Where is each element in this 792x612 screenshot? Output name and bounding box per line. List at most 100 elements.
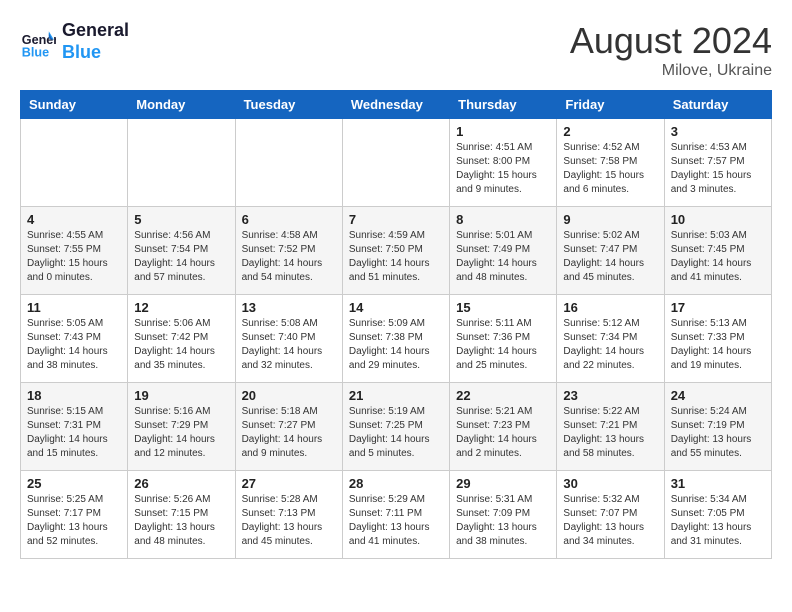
calendar-cell: 6 Sunrise: 4:58 AM Sunset: 7:52 PM Daylig… bbox=[235, 207, 342, 295]
day-info: Sunrise: 5:28 AM Sunset: 7:13 PM Dayligh… bbox=[242, 493, 336, 549]
day-number: 22 bbox=[456, 388, 550, 403]
day-number: 20 bbox=[242, 388, 336, 403]
calendar-week-row: 4 Sunrise: 4:55 AM Sunset: 7:55 PM Daylig… bbox=[21, 207, 772, 295]
calendar-cell: 9 Sunrise: 5:02 AM Sunset: 7:47 PM Daylig… bbox=[557, 207, 664, 295]
day-info: Sunrise: 4:52 AM Sunset: 7:58 PM Dayligh… bbox=[563, 141, 657, 197]
day-info: Sunrise: 5:32 AM Sunset: 7:07 PM Dayligh… bbox=[563, 493, 657, 549]
weekday-header-cell: Saturday bbox=[664, 91, 771, 119]
day-number: 10 bbox=[671, 212, 765, 227]
day-number: 23 bbox=[563, 388, 657, 403]
day-info: Sunrise: 4:51 AM Sunset: 8:00 PM Dayligh… bbox=[456, 141, 550, 197]
day-info: Sunrise: 5:03 AM Sunset: 7:45 PM Dayligh… bbox=[671, 229, 765, 285]
day-number: 13 bbox=[242, 300, 336, 315]
day-info: Sunrise: 5:15 AM Sunset: 7:31 PM Dayligh… bbox=[27, 405, 121, 461]
day-number: 16 bbox=[563, 300, 657, 315]
calendar-cell: 31Sunrise: 5:34 AM Sunset: 7:05 PM Dayli… bbox=[664, 471, 771, 559]
day-number: 12 bbox=[134, 300, 228, 315]
day-number: 27 bbox=[242, 476, 336, 491]
calendar-cell bbox=[235, 119, 342, 207]
calendar-week-row: 1Sunrise: 4:51 AM Sunset: 8:00 PM Daylig… bbox=[21, 119, 772, 207]
weekday-header-cell: Monday bbox=[128, 91, 235, 119]
day-number: 3 bbox=[671, 124, 765, 139]
day-info: Sunrise: 4:58 AM Sunset: 7:52 PM Dayligh… bbox=[242, 229, 336, 285]
day-info: Sunrise: 5:31 AM Sunset: 7:09 PM Dayligh… bbox=[456, 493, 550, 549]
day-info: Sunrise: 5:34 AM Sunset: 7:05 PM Dayligh… bbox=[671, 493, 765, 549]
day-info: Sunrise: 5:02 AM Sunset: 7:47 PM Dayligh… bbox=[563, 229, 657, 285]
day-number: 2 bbox=[563, 124, 657, 139]
weekday-header-cell: Friday bbox=[557, 91, 664, 119]
day-info: Sunrise: 5:09 AM Sunset: 7:38 PM Dayligh… bbox=[349, 317, 443, 373]
calendar-cell: 18 Sunrise: 5:15 AM Sunset: 7:31 PM Dayli… bbox=[21, 383, 128, 471]
calendar-cell: 26 Sunrise: 5:26 AM Sunset: 7:15 PM Dayli… bbox=[128, 471, 235, 559]
calendar-cell: 29 Sunrise: 5:31 AM Sunset: 7:09 PM Dayli… bbox=[450, 471, 557, 559]
calendar-cell: 19Sunrise: 5:16 AM Sunset: 7:29 PM Dayli… bbox=[128, 383, 235, 471]
day-info: Sunrise: 5:08 AM Sunset: 7:40 PM Dayligh… bbox=[242, 317, 336, 373]
day-info: Sunrise: 5:11 AM Sunset: 7:36 PM Dayligh… bbox=[456, 317, 550, 373]
day-info: Sunrise: 5:05 AM Sunset: 7:43 PM Dayligh… bbox=[27, 317, 121, 373]
svg-text:Blue: Blue bbox=[22, 45, 49, 59]
calendar-cell: 16 Sunrise: 5:12 AM Sunset: 7:34 PM Dayli… bbox=[557, 295, 664, 383]
day-number: 24 bbox=[671, 388, 765, 403]
day-info: Sunrise: 4:55 AM Sunset: 7:55 PM Dayligh… bbox=[27, 229, 121, 285]
day-number: 30 bbox=[563, 476, 657, 491]
day-info: Sunrise: 4:53 AM Sunset: 7:57 PM Dayligh… bbox=[671, 141, 765, 197]
calendar-cell bbox=[342, 119, 449, 207]
day-info: Sunrise: 5:01 AM Sunset: 7:49 PM Dayligh… bbox=[456, 229, 550, 285]
calendar-cell: 28Sunrise: 5:29 AM Sunset: 7:11 PM Dayli… bbox=[342, 471, 449, 559]
day-number: 8 bbox=[456, 212, 550, 227]
calendar-cell: 12 Sunrise: 5:06 AM Sunset: 7:42 PM Dayli… bbox=[128, 295, 235, 383]
day-info: Sunrise: 5:06 AM Sunset: 7:42 PM Dayligh… bbox=[134, 317, 228, 373]
calendar-cell: 25 Sunrise: 5:25 AM Sunset: 7:17 PM Dayli… bbox=[21, 471, 128, 559]
day-number: 19 bbox=[134, 388, 228, 403]
calendar-cell: 14 Sunrise: 5:09 AM Sunset: 7:38 PM Dayli… bbox=[342, 295, 449, 383]
calendar-cell: 23 Sunrise: 5:22 AM Sunset: 7:21 PM Dayli… bbox=[557, 383, 664, 471]
day-number: 6 bbox=[242, 212, 336, 227]
calendar-cell bbox=[21, 119, 128, 207]
day-info: Sunrise: 4:56 AM Sunset: 7:54 PM Dayligh… bbox=[134, 229, 228, 285]
page-header: General Blue General Blue August 2024 Mi… bbox=[20, 20, 772, 80]
title-block: August 2024 Milove, Ukraine bbox=[570, 20, 772, 80]
day-number: 28 bbox=[349, 476, 443, 491]
calendar-cell: 30 Sunrise: 5:32 AM Sunset: 7:07 PM Dayli… bbox=[557, 471, 664, 559]
calendar-cell: 10 Sunrise: 5:03 AM Sunset: 7:45 PM Dayli… bbox=[664, 207, 771, 295]
logo-line1: General bbox=[62, 20, 129, 42]
weekday-header-row: SundayMondayTuesdayWednesdayThursdayFrid… bbox=[21, 91, 772, 119]
day-number: 4 bbox=[27, 212, 121, 227]
day-number: 26 bbox=[134, 476, 228, 491]
day-number: 9 bbox=[563, 212, 657, 227]
day-number: 21 bbox=[349, 388, 443, 403]
calendar-cell: 22 Sunrise: 5:21 AM Sunset: 7:23 PM Dayli… bbox=[450, 383, 557, 471]
day-number: 7 bbox=[349, 212, 443, 227]
logo-icon: General Blue bbox=[20, 24, 56, 60]
day-info: Sunrise: 5:19 AM Sunset: 7:25 PM Dayligh… bbox=[349, 405, 443, 461]
calendar-cell: 7 Sunrise: 4:59 AM Sunset: 7:50 PM Daylig… bbox=[342, 207, 449, 295]
day-info: Sunrise: 5:25 AM Sunset: 7:17 PM Dayligh… bbox=[27, 493, 121, 549]
day-number: 18 bbox=[27, 388, 121, 403]
calendar-week-row: 11Sunrise: 5:05 AM Sunset: 7:43 PM Dayli… bbox=[21, 295, 772, 383]
day-info: Sunrise: 5:21 AM Sunset: 7:23 PM Dayligh… bbox=[456, 405, 550, 461]
calendar-cell: 8 Sunrise: 5:01 AM Sunset: 7:49 PM Daylig… bbox=[450, 207, 557, 295]
calendar-cell: 15 Sunrise: 5:11 AM Sunset: 7:36 PM Dayli… bbox=[450, 295, 557, 383]
calendar-cell bbox=[128, 119, 235, 207]
day-info: Sunrise: 5:26 AM Sunset: 7:15 PM Dayligh… bbox=[134, 493, 228, 549]
calendar-body: 1Sunrise: 4:51 AM Sunset: 8:00 PM Daylig… bbox=[21, 119, 772, 559]
calendar-cell: 17Sunrise: 5:13 AM Sunset: 7:33 PM Dayli… bbox=[664, 295, 771, 383]
weekday-header-cell: Tuesday bbox=[235, 91, 342, 119]
day-info: Sunrise: 5:12 AM Sunset: 7:34 PM Dayligh… bbox=[563, 317, 657, 373]
calendar-cell: 27 Sunrise: 5:28 AM Sunset: 7:13 PM Dayli… bbox=[235, 471, 342, 559]
day-info: Sunrise: 4:59 AM Sunset: 7:50 PM Dayligh… bbox=[349, 229, 443, 285]
calendar-cell: 20Sunrise: 5:18 AM Sunset: 7:27 PM Dayli… bbox=[235, 383, 342, 471]
calendar-cell: 21 Sunrise: 5:19 AM Sunset: 7:25 PM Dayli… bbox=[342, 383, 449, 471]
calendar-table: SundayMondayTuesdayWednesdayThursdayFrid… bbox=[20, 90, 772, 559]
calendar-week-row: 25 Sunrise: 5:25 AM Sunset: 7:17 PM Dayli… bbox=[21, 471, 772, 559]
calendar-week-row: 18 Sunrise: 5:15 AM Sunset: 7:31 PM Dayli… bbox=[21, 383, 772, 471]
day-number: 25 bbox=[27, 476, 121, 491]
day-info: Sunrise: 5:24 AM Sunset: 7:19 PM Dayligh… bbox=[671, 405, 765, 461]
calendar-cell: 3 Sunrise: 4:53 AM Sunset: 7:57 PM Daylig… bbox=[664, 119, 771, 207]
day-number: 14 bbox=[349, 300, 443, 315]
day-number: 15 bbox=[456, 300, 550, 315]
day-number: 29 bbox=[456, 476, 550, 491]
calendar-cell: 13 Sunrise: 5:08 AM Sunset: 7:40 PM Dayli… bbox=[235, 295, 342, 383]
calendar-cell: 1Sunrise: 4:51 AM Sunset: 8:00 PM Daylig… bbox=[450, 119, 557, 207]
day-info: Sunrise: 5:22 AM Sunset: 7:21 PM Dayligh… bbox=[563, 405, 657, 461]
